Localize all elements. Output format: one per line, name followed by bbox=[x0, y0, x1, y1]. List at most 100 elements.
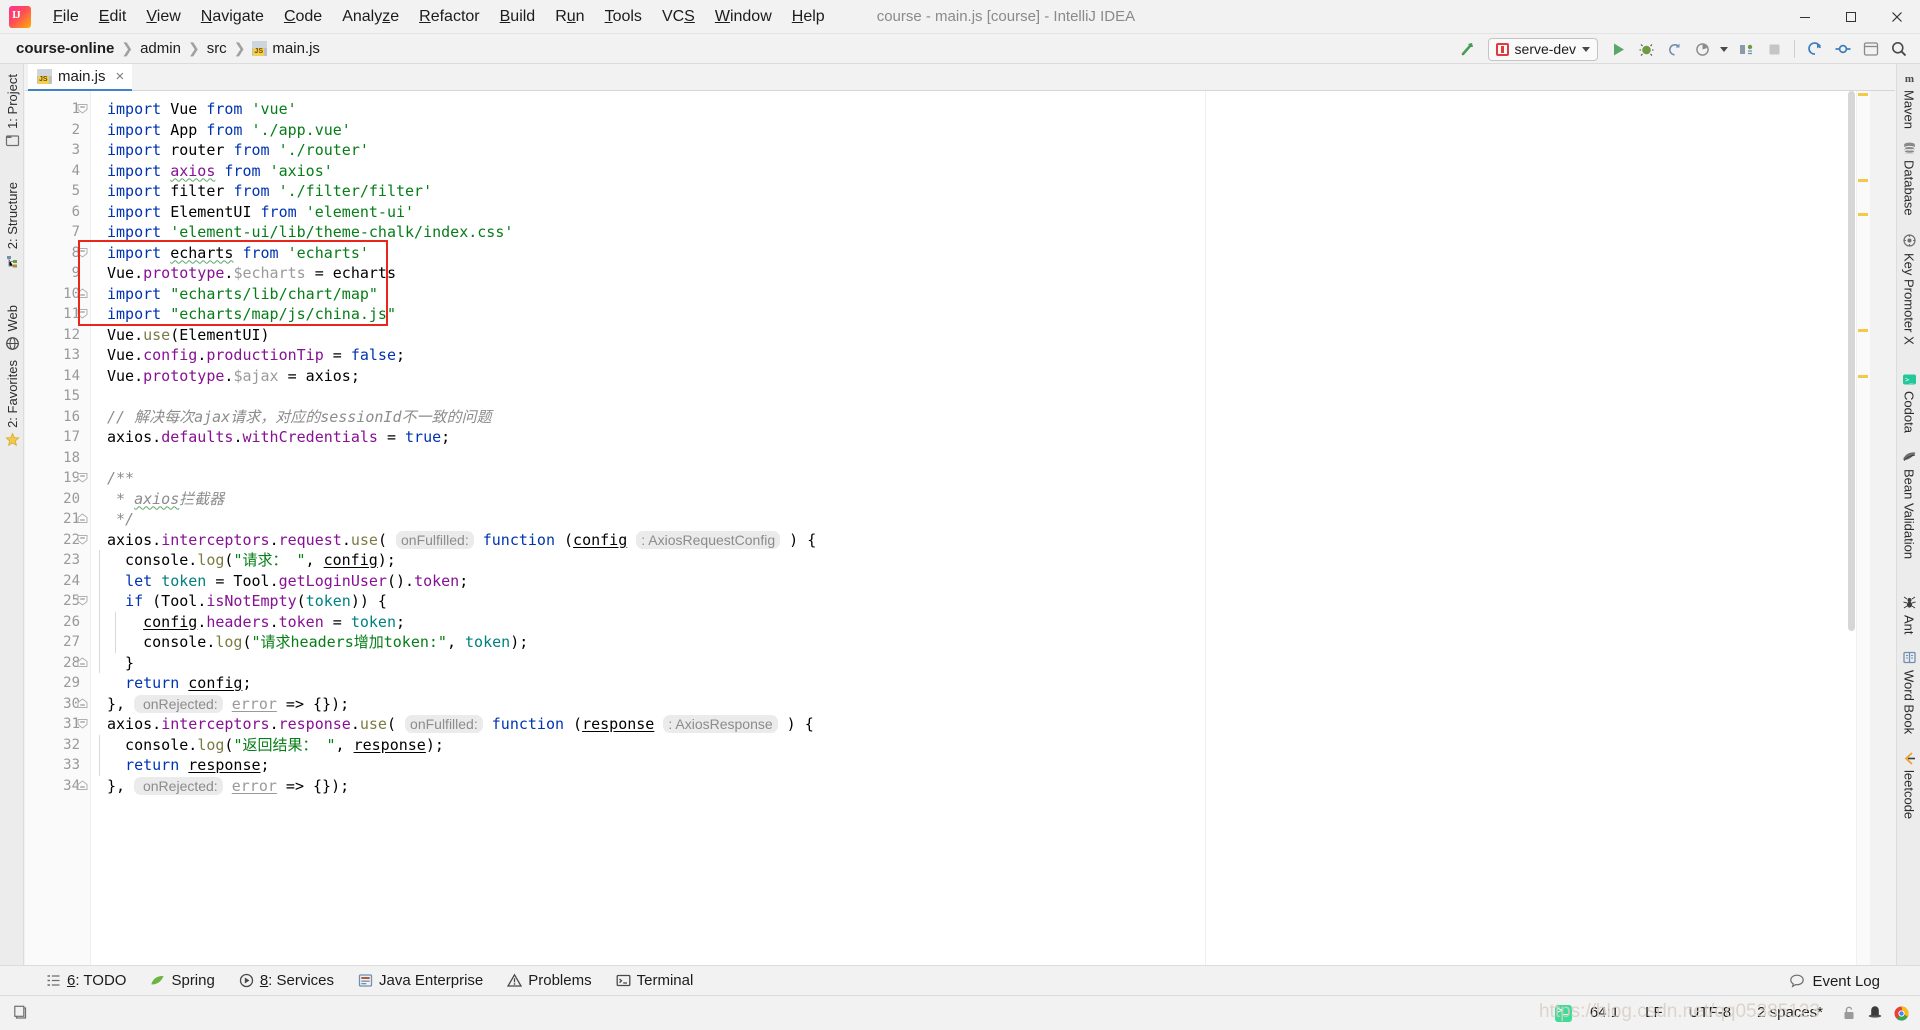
gutter-row[interactable]: 26 bbox=[25, 612, 90, 633]
fold-collapse-icon[interactable] bbox=[77, 247, 88, 258]
chrome-browser-icon[interactable] bbox=[1888, 1001, 1914, 1025]
gutter-row[interactable]: 6 bbox=[25, 202, 90, 223]
run-button[interactable] bbox=[1605, 36, 1631, 62]
menu-analyze[interactable]: Analyze bbox=[332, 0, 409, 34]
menu-navigate[interactable]: Navigate bbox=[191, 0, 274, 34]
code-line[interactable]: if (Tool.isNotEmpty(token)) { bbox=[91, 591, 1870, 612]
code-line[interactable]: * axios拦截器 bbox=[91, 489, 1870, 510]
editor-vertical-scrollbar[interactable] bbox=[1848, 91, 1855, 631]
gutter-row[interactable]: 7 bbox=[25, 222, 90, 243]
tool-window-button-2-structure[interactable]: 2: Structure bbox=[0, 182, 24, 269]
tool-window-tab-spring[interactable]: Spring bbox=[138, 966, 226, 996]
code-line[interactable]: Vue.prototype.$ajax = axios; bbox=[91, 366, 1870, 387]
code-line[interactable]: import ElementUI from 'element-ui' bbox=[91, 202, 1870, 223]
code-line[interactable]: let token = Tool.getLoginUser().token; bbox=[91, 571, 1870, 592]
gutter-row[interactable]: 22 bbox=[25, 530, 90, 551]
fold-expand-icon[interactable] bbox=[77, 656, 88, 668]
profiler-button[interactable] bbox=[1689, 36, 1715, 62]
error-stripe-marker[interactable] bbox=[1858, 375, 1868, 378]
fold-expand-icon[interactable] bbox=[77, 697, 88, 709]
tool-window-button-maven[interactable]: m Maven bbox=[1897, 70, 1920, 130]
gutter-row[interactable]: 13 bbox=[25, 345, 90, 366]
unlocked-padlock-icon[interactable] bbox=[1836, 1001, 1862, 1025]
editor-gutter[interactable]: 1 2 3 4 5 6 7 8 9 10 11 12 13 14 15 16 17 18 19 20 21 22 23 24 2… bbox=[25, 91, 91, 965]
tool-window-tab-java-enterprise[interactable]: Java Enterprise bbox=[346, 966, 495, 996]
error-stripe-marker[interactable] bbox=[1858, 93, 1868, 96]
code-line[interactable]: return config; bbox=[91, 673, 1870, 694]
show-tool-windows-icon[interactable] bbox=[8, 1001, 34, 1025]
menu-view[interactable]: View bbox=[136, 0, 190, 34]
fold-collapse-icon[interactable] bbox=[77, 534, 88, 545]
code-line[interactable]: import axios from 'axios' bbox=[91, 161, 1870, 182]
minimize-button[interactable] bbox=[1782, 0, 1828, 34]
gutter-row[interactable]: 24 bbox=[25, 571, 90, 592]
gutter-row[interactable]: 11 bbox=[25, 304, 90, 325]
code-line[interactable]: import router from './router' bbox=[91, 140, 1870, 161]
stop-button[interactable] bbox=[1761, 36, 1787, 62]
menu-run[interactable]: Run bbox=[545, 0, 594, 34]
tool-window-tab-6-todo[interactable]: 6: TODO bbox=[34, 966, 138, 996]
error-stripe-marker[interactable] bbox=[1858, 213, 1868, 216]
gutter-row[interactable]: 5 bbox=[25, 181, 90, 202]
fold-expand-icon[interactable] bbox=[77, 513, 88, 524]
gutter-row[interactable]: 21 bbox=[25, 509, 90, 530]
code-line[interactable]: console.log("请求： ", config); bbox=[91, 550, 1870, 571]
code-line[interactable]: import filter from './filter/filter' bbox=[91, 181, 1870, 202]
gutter-row[interactable]: 10 bbox=[25, 284, 90, 305]
fold-collapse-icon[interactable] bbox=[77, 103, 88, 114]
code-line[interactable]: */ bbox=[91, 509, 1870, 530]
gutter-row[interactable]: 9 bbox=[25, 263, 90, 284]
tool-window-button-web[interactable]: Web bbox=[0, 305, 24, 352]
code-line[interactable]: Vue.config.productionTip = false; bbox=[91, 345, 1870, 366]
code-line[interactable]: import Vue from 'vue' bbox=[91, 99, 1870, 120]
code-line[interactable]: import "echarts/lib/chart/map" bbox=[91, 284, 1870, 305]
event-log-button[interactable]: Event Log bbox=[1783, 966, 1886, 996]
code-editor[interactable]: 1 2 3 4 5 6 7 8 9 10 11 12 13 14 15 16 17 18 19 20 21 22 23 24 2… bbox=[25, 91, 1870, 965]
tool-window-button-ant[interactable]: Ant bbox=[1897, 595, 1920, 634]
breadcrumb-item-course-online[interactable]: course-online bbox=[16, 40, 114, 57]
menu-window[interactable]: Window bbox=[705, 0, 782, 34]
menu-tools[interactable]: Tools bbox=[595, 0, 652, 34]
run-configuration-selector[interactable]: serve-dev bbox=[1487, 37, 1598, 61]
menu-code[interactable]: Code bbox=[274, 0, 332, 34]
breadcrumb-item-admin[interactable]: admin bbox=[140, 40, 181, 57]
menu-build[interactable]: Build bbox=[490, 0, 546, 34]
gutter-row[interactable]: 3 bbox=[25, 140, 90, 161]
gutter-row[interactable]: 23 bbox=[25, 550, 90, 571]
gutter-row[interactable]: 16 bbox=[25, 407, 90, 428]
tool-window-tab-terminal[interactable]: Terminal bbox=[604, 966, 706, 996]
menu-help[interactable]: Help bbox=[782, 0, 835, 34]
code-line[interactable]: } bbox=[91, 653, 1870, 674]
code-line[interactable]: Vue.prototype.$echarts = echarts bbox=[91, 263, 1870, 284]
menu-refactor[interactable]: Refactor bbox=[409, 0, 489, 34]
history-button[interactable] bbox=[1858, 36, 1884, 62]
tool-window-button-codota[interactable]: >_ Codota bbox=[1897, 371, 1920, 433]
gutter-row[interactable]: 27 bbox=[25, 632, 90, 653]
fold-collapse-icon[interactable] bbox=[77, 595, 88, 606]
update-project-button[interactable] bbox=[1802, 36, 1828, 62]
code-line[interactable]: /** bbox=[91, 468, 1870, 489]
gutter-row[interactable]: 30 bbox=[25, 694, 90, 715]
code-line[interactable]: import 'element-ui/lib/theme-chalk/index… bbox=[91, 222, 1870, 243]
menu-edit[interactable]: Edit bbox=[89, 0, 137, 34]
gutter-row[interactable]: 1 bbox=[25, 99, 90, 120]
gutter-row[interactable]: 25 bbox=[25, 591, 90, 612]
gutter-row[interactable]: 32 bbox=[25, 735, 90, 756]
gutter-row[interactable]: 28 bbox=[25, 653, 90, 674]
gutter-row[interactable]: 14 bbox=[25, 366, 90, 387]
tool-window-button-word-book[interactable]: Word Book bbox=[1897, 650, 1920, 734]
gutter-row[interactable]: 4 bbox=[25, 161, 90, 182]
gutter-row[interactable]: 31 bbox=[25, 714, 90, 735]
error-stripe-marker[interactable] bbox=[1858, 329, 1868, 332]
code-line[interactable]: }, onRejected: error => {}); bbox=[91, 776, 1870, 797]
menu-vcs[interactable]: VCS bbox=[652, 0, 705, 34]
error-stripe-marker[interactable] bbox=[1858, 179, 1868, 182]
tool-window-tab-8-services[interactable]: 8: Services bbox=[227, 966, 346, 996]
attach-debugger-button[interactable] bbox=[1733, 36, 1759, 62]
gutter-row[interactable]: 18 bbox=[25, 448, 90, 469]
code-content[interactable]: import Vue from 'vue' import App from './… bbox=[91, 91, 1870, 965]
fold-expand-icon[interactable] bbox=[77, 287, 88, 299]
code-line[interactable]: config.headers.token = token; bbox=[91, 612, 1870, 633]
tool-window-button-2-favorites[interactable]: 2: Favorites bbox=[0, 360, 24, 448]
error-stripe-marker-column[interactable] bbox=[1856, 91, 1870, 965]
